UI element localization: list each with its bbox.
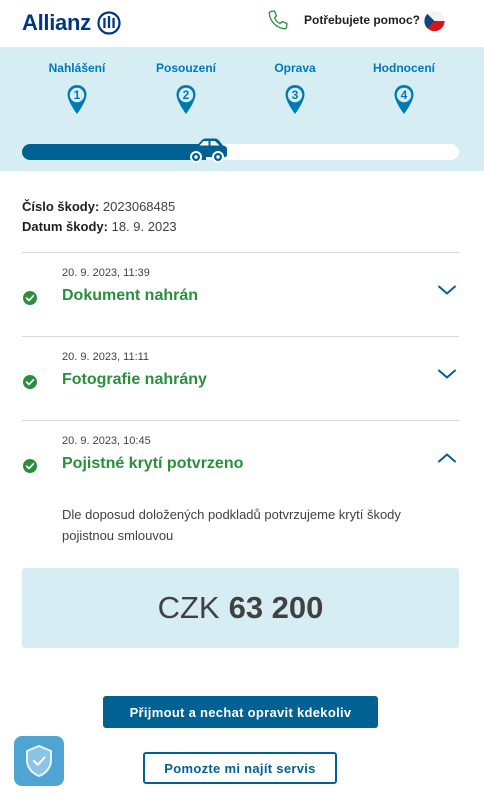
amount-currency: CZK xyxy=(157,590,220,625)
timeline-item-photos[interactable]: 20. 9. 2023, 11:11 Fotografie nahrány xyxy=(22,336,459,420)
step-number: 4 xyxy=(401,88,408,102)
claim-progress-panel: Nahlášení 1 Posouzení 2 Oprava 3 Hodnocení 4 xyxy=(0,47,484,171)
czech-flag-icon[interactable] xyxy=(423,10,446,32)
progress-step-1: Nahlášení 1 xyxy=(22,61,132,116)
allianz-logo[interactable]: Allianz xyxy=(22,10,121,36)
claim-number-value: 2023068485 xyxy=(102,199,176,214)
step-label: Posouzení xyxy=(155,61,216,75)
logo-text: Allianz xyxy=(22,10,91,35)
claim-date-label: Datum škody: xyxy=(22,219,108,234)
step-label: Oprava xyxy=(274,61,316,75)
help-text: Potřebujete pomoc? xyxy=(304,13,421,27)
timeline-title: Dokument nahrán xyxy=(62,287,199,304)
check-circle-icon xyxy=(23,459,37,473)
timeline-date: 20. 9. 2023, 11:11 xyxy=(62,351,150,363)
step-number: 1 xyxy=(74,88,81,102)
approved-amount-box: CZK 63 200 xyxy=(22,568,459,648)
shield-check-icon xyxy=(26,744,52,778)
claim-date-row: Datum škody: 18. 9. 2023 xyxy=(22,217,177,237)
check-circle-icon xyxy=(23,375,37,389)
location-pin-icon: 3 xyxy=(285,85,305,114)
step-label: Hodnocení xyxy=(373,61,435,75)
chevron-down-icon[interactable] xyxy=(437,283,457,297)
security-badge[interactable] xyxy=(14,736,64,786)
help-link[interactable]: Potřebujete pomoc? xyxy=(266,8,420,32)
timeline-item-coverage[interactable]: 20. 9. 2023, 10:45 Pojistné krytí potvrz… xyxy=(22,420,459,500)
coverage-description: Dle doposud doložených podkladů potvrzuj… xyxy=(62,507,401,543)
step-number: 3 xyxy=(292,88,299,102)
find-service-button[interactable]: Pomozte mi najít servis xyxy=(143,752,337,784)
timeline-title: Fotografie nahrány xyxy=(62,371,207,388)
location-pin-icon: 4 xyxy=(394,85,414,114)
accept-repair-anywhere-button[interactable]: Přijmout a nechat opravit kdekoliv xyxy=(103,696,378,728)
timeline-title: Pojistné krytí potvrzeno xyxy=(62,455,244,472)
allianz-eagle-icon xyxy=(97,11,121,35)
chevron-down-icon[interactable] xyxy=(437,367,457,381)
car-icon xyxy=(187,138,227,163)
progress-track xyxy=(22,138,459,163)
approved-amount: CZK 63 200 xyxy=(158,590,324,626)
timeline-date: 20. 9. 2023, 10:45 xyxy=(62,435,151,447)
progress-step-4: Hodnocení 4 xyxy=(349,61,459,116)
amount-value: 63 200 xyxy=(228,590,324,625)
claim-number-label: Číslo škody: xyxy=(22,199,100,214)
chevron-up-icon[interactable] xyxy=(437,451,457,465)
location-pin-icon: 2 xyxy=(176,85,196,114)
header: Allianz Potřebujete pomoc? xyxy=(0,0,484,46)
progress-step-2: Posouzení 2 xyxy=(131,61,241,116)
timeline-date: 20. 9. 2023, 11:39 xyxy=(62,267,150,279)
location-pin-icon: 1 xyxy=(67,85,87,114)
progress-fill xyxy=(22,144,206,160)
step-number: 2 xyxy=(183,88,190,102)
check-circle-icon xyxy=(23,291,37,305)
step-label: Nahlášení xyxy=(48,61,106,75)
claim-info: Číslo škody: 2023068485 Datum škody: 18.… xyxy=(22,197,177,237)
timeline-item-document[interactable]: 20. 9. 2023, 11:39 Dokument nahrán xyxy=(22,252,459,336)
phone-icon xyxy=(268,10,288,30)
progress-step-3: Oprava 3 xyxy=(240,61,350,116)
claim-number-row: Číslo škody: 2023068485 xyxy=(22,197,177,217)
claim-date-value: 18. 9. 2023 xyxy=(111,219,177,234)
